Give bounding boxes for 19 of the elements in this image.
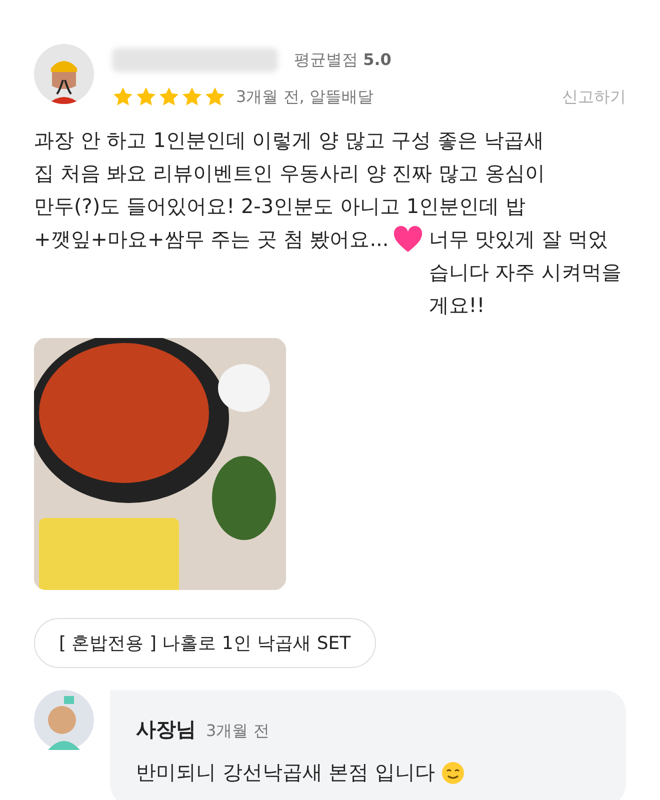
- menu-tag[interactable]: [ 혼밥전용 ] 나홀로 1인 낙곱새 SET: [34, 618, 376, 668]
- review-text: +깻잎+마요+쌈무 주는 곳 첨 봤어요...: [34, 226, 389, 253]
- star-icon: [158, 86, 180, 108]
- review-text: 만두(?)도 들어있어요! 2-3인분도 아니고 1인분인데 밥: [34, 193, 526, 220]
- average-rating: 평균별점 5.0: [294, 50, 392, 70]
- star-icon: [181, 86, 203, 108]
- star-icon: [112, 86, 134, 108]
- reply-text: 반미되니 강선낙곱새 본점 입니다: [136, 759, 436, 786]
- review-text: 집 처음 봐요 리뷰이벤트인 우동사리 양 진짜 많고 옹심이: [34, 160, 545, 187]
- reply-author: 사장님: [136, 716, 196, 743]
- smiley-icon: [441, 760, 466, 784]
- review-text: 과장 안 하고 1인분인데 이렇게 양 많고 구성 좋은 낙곱새: [34, 127, 544, 154]
- heart-icon: [392, 226, 423, 253]
- reply-time: 3개월 전: [206, 721, 270, 742]
- star-icon: [204, 86, 226, 108]
- review-meta: 3개월 전, 알뜰배달: [236, 86, 374, 108]
- avatar-icon: [34, 690, 94, 750]
- review-text: 너무 맛있게 잘 먹었습니다 자주 시켜먹을게요!!: [428, 226, 622, 319]
- star-icon: [135, 86, 157, 108]
